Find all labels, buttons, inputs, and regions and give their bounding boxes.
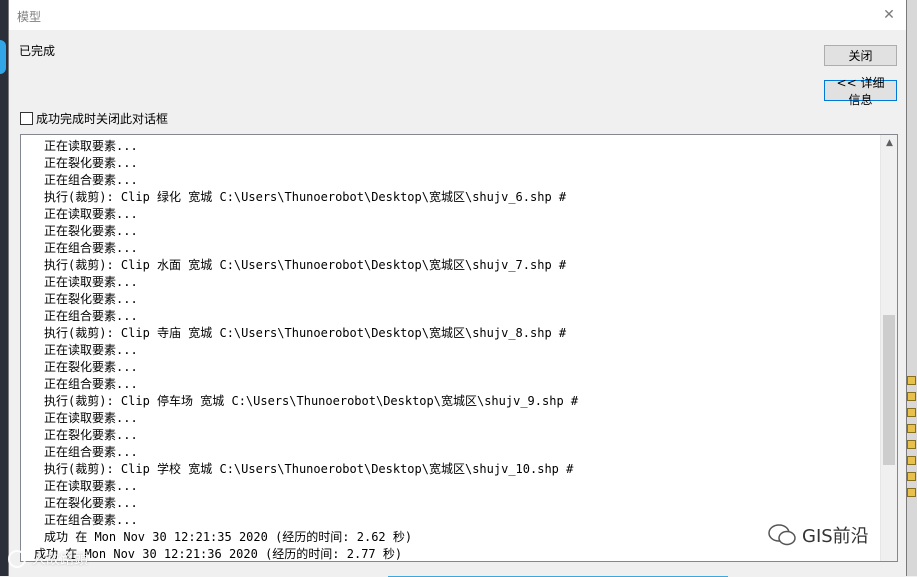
- log-lines: 正在读取要素... 正在裂化要素... 正在组合要素... 执行(裁剪): Clip …: [34, 138, 579, 561]
- title-bar[interactable]: 模型 ✕: [9, 0, 906, 30]
- log-line: 正在组合要素...: [44, 445, 138, 459]
- background-layer-icon: [907, 424, 916, 433]
- log-line: 正在裂化要素...: [44, 292, 138, 306]
- log-textbox[interactable]: 正在读取要素... 正在裂化要素... 正在组合要素... 执行(裁剪): Clip …: [20, 134, 898, 562]
- watermark-left: 人故路頭: [8, 549, 88, 569]
- background-layer-icon: [907, 440, 916, 449]
- background-layer-icon: [907, 456, 916, 465]
- log-line: 执行(裁剪): Clip 寺庙 宽城 C:\Users\Thunoerobot\…: [44, 326, 567, 340]
- checkbox-label: 成功完成时关闭此对话框: [36, 112, 169, 126]
- watermark-right-text: GIS前沿: [802, 526, 869, 547]
- log-line: 正在组合要素...: [44, 377, 138, 391]
- window-title: 模型: [17, 10, 42, 24]
- log-line: 正在读取要素...: [44, 479, 138, 493]
- background-app-left: [0, 0, 8, 576]
- log-line: 执行(裁剪): Clip 绿化 宽城 C:\Users\Thunoerobot\…: [44, 190, 567, 204]
- log-line: 成功 在 Mon Nov 30 12:21:35 2020 (经历的时间: 2.…: [44, 530, 413, 544]
- close-icon[interactable]: ✕: [880, 6, 898, 24]
- log-line: 执行(裁剪): Clip 停车场 宽城 C:\Users\Thunoerobot…: [44, 394, 579, 408]
- background-app-right: [907, 0, 917, 576]
- log-line: 正在组合要素...: [44, 309, 138, 323]
- background-layer-icon: [907, 392, 916, 401]
- log-line: 正在裂化要素...: [44, 360, 138, 374]
- log-line: 正在组合要素...: [44, 173, 138, 187]
- log-line: 正在读取要素...: [44, 411, 138, 425]
- close-on-success-checkbox[interactable]: 成功完成时关闭此对话框: [20, 110, 168, 127]
- background-layer-icon: [907, 488, 916, 497]
- log-line: 正在裂化要素...: [44, 156, 138, 170]
- close-button[interactable]: 关闭: [824, 45, 897, 66]
- watermark-logo-icon: [8, 550, 26, 568]
- log-line: 正在读取要素...: [44, 207, 138, 221]
- details-button[interactable]: << 详细信息: [824, 76, 897, 107]
- log-line: 正在裂化要素...: [44, 496, 138, 510]
- log-line: 正在裂化要素...: [44, 224, 138, 238]
- log-line: 正在读取要素...: [44, 275, 138, 289]
- background-layer-icon: [907, 472, 916, 481]
- status-text: 已完成: [19, 44, 56, 58]
- log-line: 执行(裁剪): Clip 学校 宽城 C:\Users\Thunoerobot\…: [44, 462, 574, 476]
- watermark-right: GIS前沿: [768, 522, 869, 548]
- scroll-thumb[interactable]: [883, 315, 895, 465]
- model-dialog: 模型 ✕ 已完成 关闭 << 详细信息 成功完成时关闭此对话框 正在读取要素..…: [8, 0, 907, 576]
- log-line: 正在组合要素...: [44, 241, 138, 255]
- wechat-icon: [768, 524, 796, 546]
- log-line: 正在组合要素...: [44, 513, 138, 527]
- log-line: 正在裂化要素...: [44, 428, 138, 442]
- log-line: 成功 在 Mon Nov 30 12:21:36 2020 (经历的时间: 2.…: [34, 547, 403, 561]
- checkbox-box[interactable]: [20, 112, 33, 125]
- background-layer-icon: [907, 376, 916, 385]
- background-map-fragment: [0, 40, 6, 74]
- scroll-up-icon[interactable]: ▲: [881, 135, 897, 152]
- vertical-scrollbar[interactable]: ▲: [880, 135, 897, 561]
- watermark-left-text: 人故路頭: [32, 552, 88, 568]
- log-line: 正在读取要素...: [44, 139, 138, 153]
- log-line: 执行(裁剪): Clip 水面 宽城 C:\Users\Thunoerobot\…: [44, 258, 567, 272]
- background-layer-icon: [907, 408, 916, 417]
- log-line: 正在读取要素...: [44, 343, 138, 357]
